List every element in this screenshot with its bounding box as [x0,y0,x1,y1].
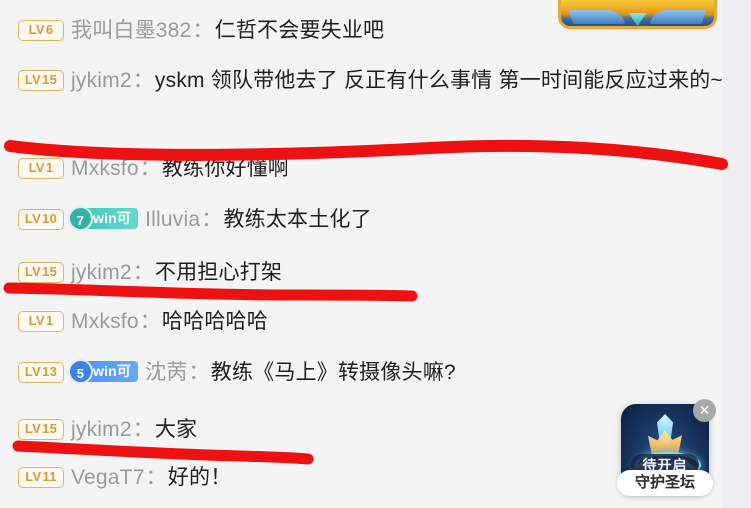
chat-username[interactable]: jykim2 [71,69,132,92]
chat-colon: ： [145,466,167,489]
chat-message[interactable]: LV1 Mxksfo：教练你好懂啊 [18,152,729,186]
level-badge: LV13 [18,362,64,383]
level-badge-text: LV [24,264,42,279]
chat-colon: ： [139,310,161,333]
chat-text: yskm 领队带他去了 反正有什么事情 第一时间能反应过来的~ [154,69,723,92]
chat-text: 大家 [154,418,198,441]
fan-club-badge[interactable]: 7 win可 [68,206,139,231]
chat-username[interactable]: Illuvia [145,208,200,231]
chat-message[interactable]: LV15 jykim2：yskm 领队带他去了 反正有什么事情 第一时间能反应过来… [18,64,729,98]
level-badge-text: LV [24,421,42,436]
level-badge-text: LV [25,469,42,484]
level-badge-text: LV [24,72,42,87]
level-badge: LV15 [18,70,64,91]
level-badge: LV15 [18,262,64,283]
chat-username[interactable]: jykim2 [71,261,132,284]
chat-text: 教练你好懂啊 [161,157,290,180]
chat-text: 教练太本土化了 [223,208,372,231]
chat-message[interactable]: LV13 5 win可 沈苪：教练《马上》转摄像头嘛? [18,356,729,390]
chat-colon: ： [132,418,154,441]
chat-message[interactable]: LV1 Mxksfo：哈哈哈哈哈 [18,305,729,339]
chat-message[interactable]: LV15 jykim2：不用担心打架 [18,256,729,290]
chat-text: 教练《马上》转摄像头嘛? [210,361,456,384]
level-badge-number: 1 [45,160,54,175]
chat-username[interactable]: VegaT7 [71,466,145,489]
level-badge-number: 1 [45,313,54,328]
close-icon[interactable]: ✕ [693,399,716,422]
fan-badge-level: 7 [68,206,93,231]
chat-username[interactable]: Mxksfo [71,310,139,333]
chat-colon: ： [201,208,223,231]
fan-badge-name: win可 [93,363,132,379]
chat-text: 仁哲不会要失业吧 [214,19,385,42]
level-badge: LV15 [18,419,64,440]
level-badge-text: LV [24,364,42,379]
chat-colon: ： [188,361,210,384]
fan-badge-level: 5 [68,359,93,384]
level-badge: LV1 [18,311,64,332]
chat-username[interactable]: Mxksfo [71,157,139,180]
chat-colon: ： [132,261,154,284]
live-stream-chat-screen: LV6 我叫白墨382：仁哲不会要失业吧 LV15 jykim2：yskm 领队带他… [0,0,751,508]
chat-message[interactable]: LV6 我叫白墨382：仁哲不会要失业吧 [18,14,729,48]
level-badge-number: 10 [42,211,58,226]
chat-message[interactable]: LV10 7 win可 Illuvia：教练太本土化了 [18,203,729,237]
chat-text: 不用担心打架 [154,261,283,284]
level-badge-number: 6 [45,22,54,37]
level-badge-text: LV [28,313,45,328]
chat-username[interactable]: jykim2 [71,418,132,441]
chat-text: 哈哈哈哈哈 [161,310,268,333]
level-badge-number: 15 [42,72,58,87]
fan-club-badge[interactable]: 5 win可 [68,359,139,384]
altar-title-label: 守护圣坛 [617,470,713,496]
chat-colon: ： [192,19,214,42]
level-badge-number: 11 [42,469,57,484]
level-badge-text: LV [24,211,42,226]
level-badge-number: 15 [42,421,58,436]
level-badge-number: 15 [42,264,58,279]
level-badge: LV6 [18,20,64,41]
chat-text: 好的！ [167,466,232,489]
chat-colon: ： [132,69,154,92]
chat-username[interactable]: 我叫白墨382 [71,19,191,42]
chat-colon: ： [139,157,161,180]
level-badge-text: LV [28,22,45,37]
level-badge: LV11 [18,467,64,488]
level-badge: LV1 [18,158,64,179]
level-badge-text: LV [28,160,45,175]
level-badge-number: 13 [42,364,58,379]
chat-username[interactable]: 沈苪 [145,361,187,384]
fan-badge-name: win可 [93,210,132,226]
level-badge: LV10 [18,209,64,230]
